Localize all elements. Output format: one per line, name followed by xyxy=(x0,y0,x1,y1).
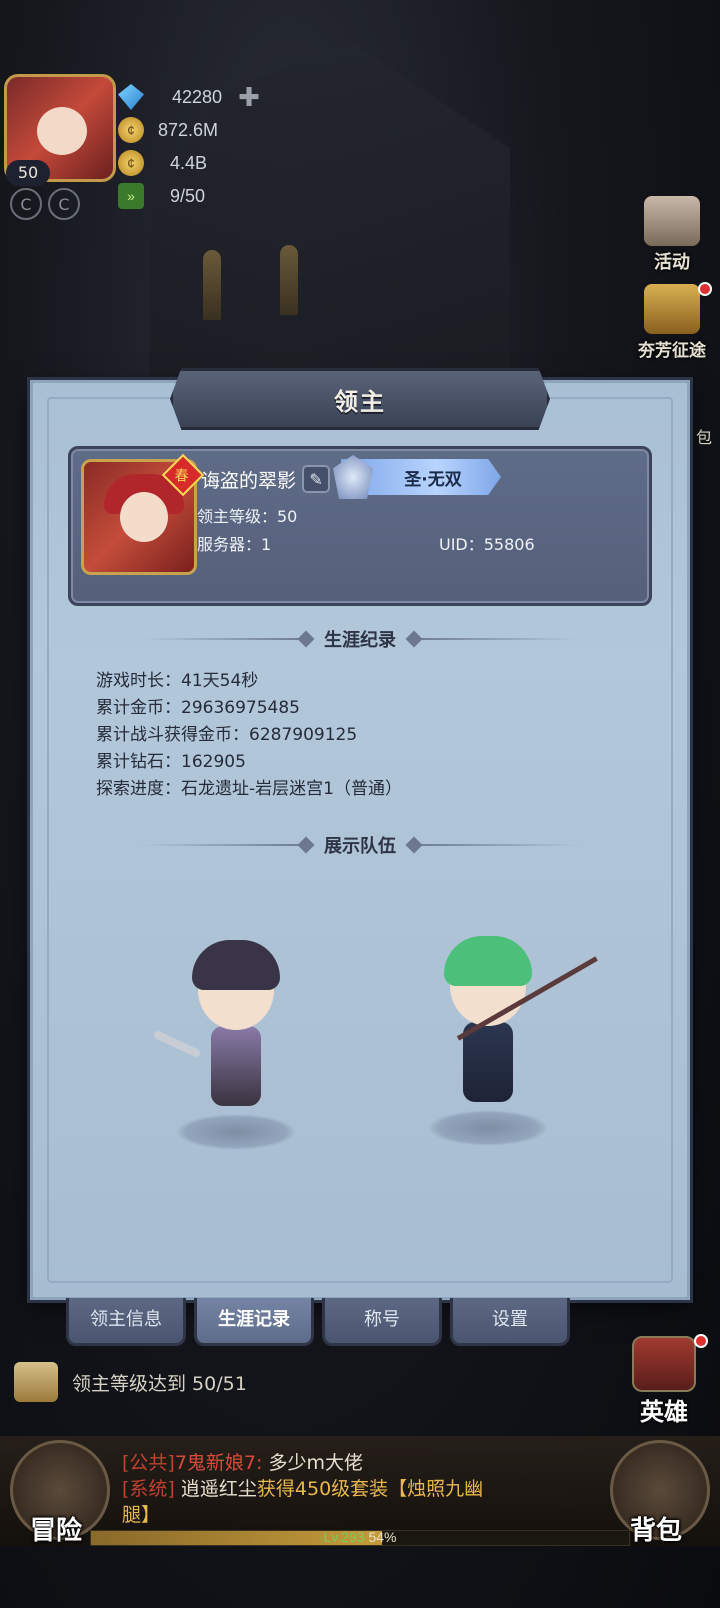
dialog-tabs: 领主信息 生涯记录 称号 设置 xyxy=(66,1298,570,1346)
explore-progress: 探索进度：石龙遗址-岩层迷宫1（普通） xyxy=(96,779,402,799)
gold-ring-icon[interactable]: C xyxy=(48,188,80,220)
battle-gold: 累计战斗获得金币：6287909125 xyxy=(96,725,358,745)
quest-tracker[interactable]: 领主等级达到 50/51 xyxy=(14,1362,247,1402)
dialog-title: 领主 xyxy=(334,387,386,416)
bag-partial-label: 包 xyxy=(696,428,713,447)
xp-bar: Lv.293 54% xyxy=(90,1529,630,1546)
plus-icon[interactable]: ✚ xyxy=(238,82,260,113)
total-diamonds: 累计钻石：162905 xyxy=(96,752,246,772)
diamond-counter: 42280 ✚ xyxy=(118,82,260,112)
hero-shadow xyxy=(428,1110,548,1146)
hero-hair xyxy=(444,936,532,986)
play-time: 游戏时长：41天54秒 xyxy=(96,671,259,691)
energy-icon: » xyxy=(118,183,144,209)
tab-career-record[interactable]: 生涯记录 xyxy=(194,1298,314,1346)
notification-dot xyxy=(694,1334,708,1348)
avatar-face xyxy=(37,107,87,155)
gold-coin-icon: ¢ xyxy=(118,150,144,176)
career-heading: 生涯纪录 xyxy=(130,624,590,654)
hero-helmet-icon xyxy=(632,1336,696,1392)
lord-level: 领主等级：50 xyxy=(197,507,298,526)
profile-portrait[interactable]: 春 xyxy=(81,453,205,575)
player-level-badge: 50 xyxy=(6,160,50,186)
chat-message: [公共]7鬼新娘7: 多少m大佬 xyxy=(122,1452,363,1474)
divider xyxy=(408,844,578,846)
portrait-face xyxy=(120,492,168,542)
profile-card: 春 诲盗的翠影 ✎ 圣·无双 领主等级：50 服务器：1 UID：55806 xyxy=(68,446,652,606)
tab-titles[interactable]: 称号 xyxy=(322,1298,442,1346)
uid-info: UID：55806 xyxy=(439,535,535,554)
crown-icon xyxy=(644,284,700,334)
adventure-label: 冒险 xyxy=(30,1516,83,1546)
activity-icon xyxy=(644,196,700,246)
chat-message: [系统] 逍遥红尘获得450级套装【烛照九幽 xyxy=(122,1478,484,1500)
career-stats: 游戏时长：41天54秒 累计金币：29636975485 累计战斗获得金币：62… xyxy=(96,668,402,803)
team-hero-rogue[interactable] xyxy=(152,930,306,1150)
team-hero-spearman[interactable] xyxy=(418,926,598,1146)
hero-hair xyxy=(192,940,280,990)
quest-text: 领主等级达到 50/51 xyxy=(72,1372,247,1395)
gold-coin-icon: ¢ xyxy=(118,117,144,143)
backpack-label: 背包 xyxy=(630,1516,683,1546)
gold2-counter: ¢ 4.4B xyxy=(118,148,207,178)
divider xyxy=(142,844,312,846)
dialog-title-banner: 领主 xyxy=(170,368,550,430)
total-gold: 累计金币：29636975485 xyxy=(96,698,300,718)
edit-name-icon[interactable]: ✎ xyxy=(302,465,331,493)
castle-window xyxy=(280,245,298,315)
player-name-row: 诲盗的翠影 ✎ xyxy=(201,465,331,493)
settings-ring-icon[interactable]: C xyxy=(10,188,42,220)
xp-text: Lv.293 54% xyxy=(323,1529,397,1545)
energy-counter: » 9/50 xyxy=(118,181,205,211)
tab-lord-info[interactable]: 领主信息 xyxy=(66,1298,186,1346)
divider xyxy=(408,638,578,640)
hero-menu-button[interactable]: 英雄 xyxy=(618,1336,710,1427)
team-heading: 展示队伍 xyxy=(130,830,590,860)
tab-settings[interactable]: 设置 xyxy=(450,1298,570,1346)
quest-scroll-icon xyxy=(14,1362,58,1402)
hud-small-icons: C C xyxy=(10,188,80,220)
server-info: 服务器：1 xyxy=(197,535,272,554)
player-name: 诲盗的翠影 xyxy=(201,469,297,492)
castle-window xyxy=(203,250,221,320)
notification-dot xyxy=(698,282,712,296)
hero-body xyxy=(211,1026,261,1106)
gold-counter: ¢ 872.6M xyxy=(118,115,218,145)
diamond-icon xyxy=(118,84,144,110)
chat-message: 腿】 xyxy=(122,1504,161,1526)
activity-button[interactable]: 活动 xyxy=(632,196,712,274)
divider xyxy=(142,638,312,640)
hero-shadow xyxy=(176,1114,296,1150)
